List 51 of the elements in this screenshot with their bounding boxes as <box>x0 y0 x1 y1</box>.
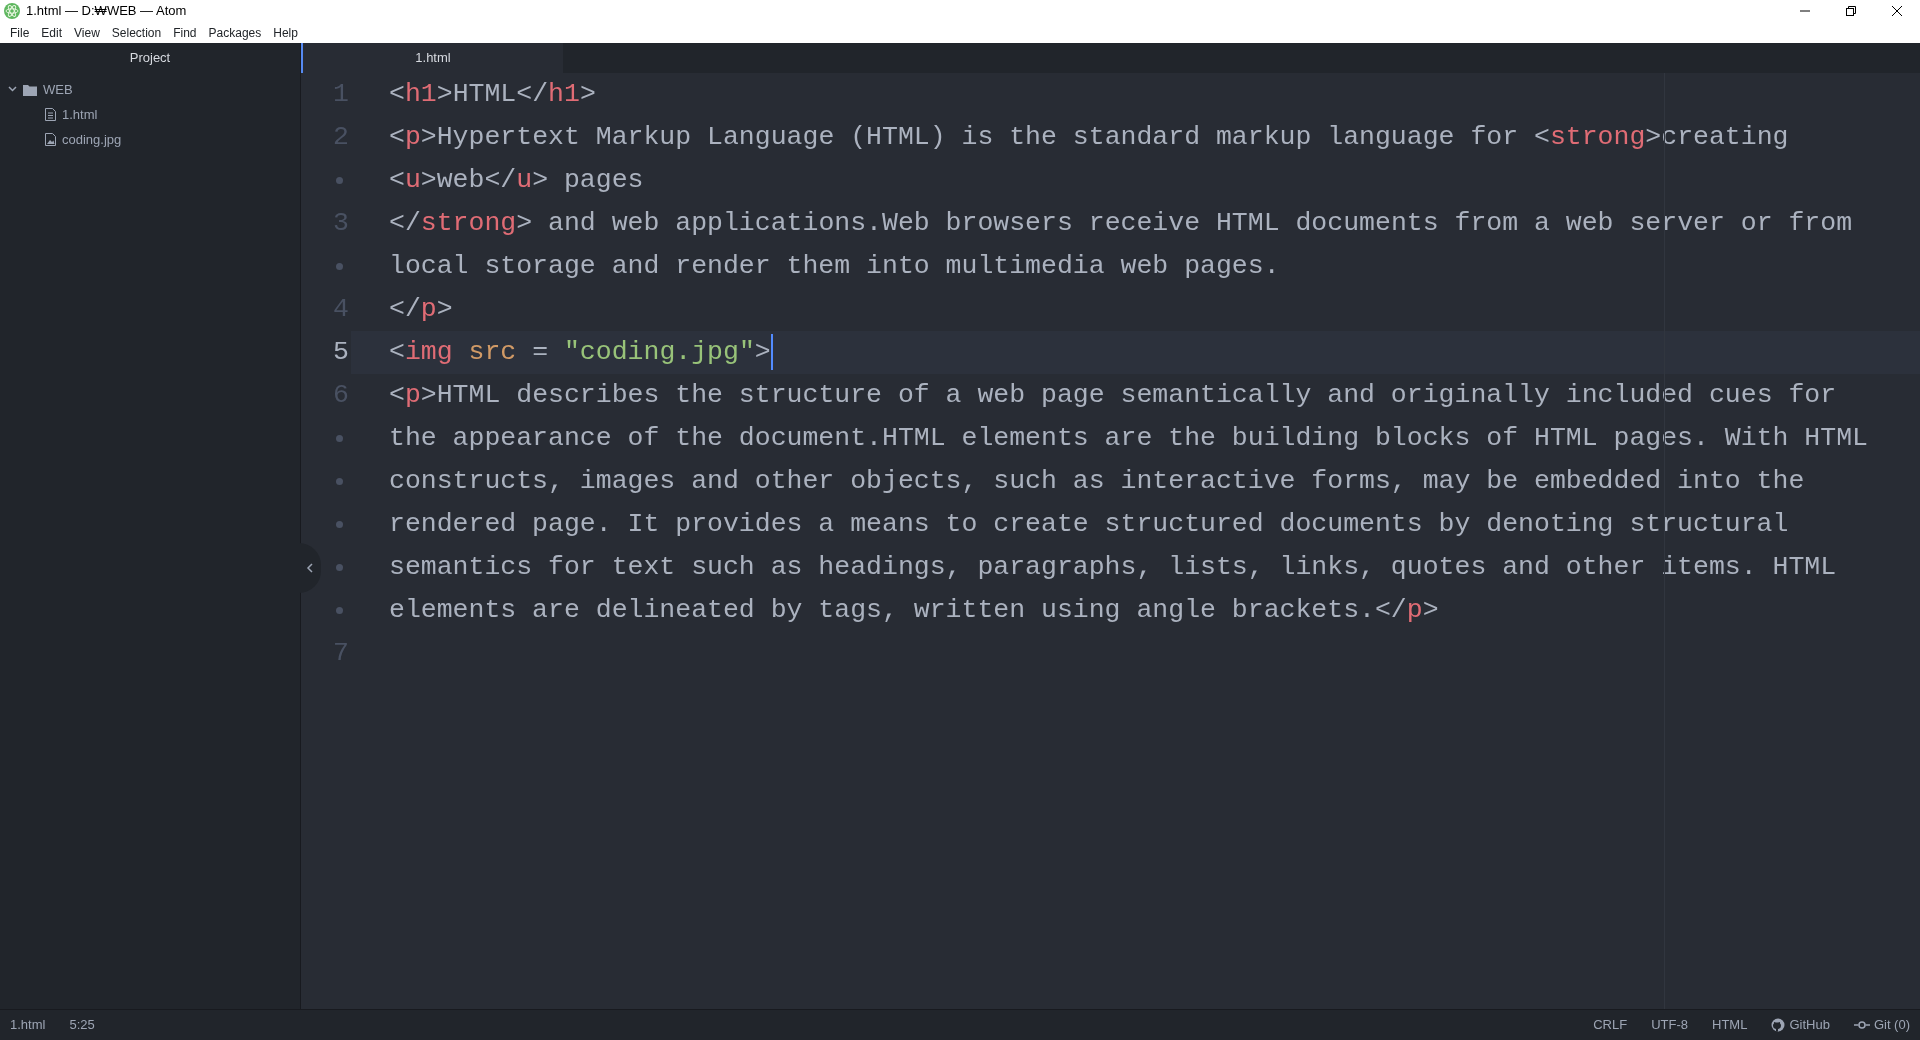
code-line: the appearance of the document.HTML elements are the building blocks of HTML pages. With HTML <box>389 423 1868 453</box>
close-icon[interactable] <box>1891 5 1903 17</box>
encoding[interactable]: UTF-8 <box>1651 1015 1688 1035</box>
wrap-marker-icon <box>336 263 343 270</box>
code-line: <p>HTML describes the structure of a web page semantically and originally included cues for <box>389 380 1837 410</box>
menu-item[interactable]: Find <box>167 23 203 42</box>
file-icon <box>45 108 56 121</box>
folder-name[interactable]: WEB <box>43 79 73 100</box>
grammar[interactable]: HTML <box>1712 1015 1748 1035</box>
code-line: </p> <box>389 294 453 324</box>
folder-icon <box>23 83 37 96</box>
editor-tab[interactable]: 1.html <box>301 43 563 73</box>
code-line: </strong> and web applications.Web browsers receive HTML documents from a web server or from <box>389 208 1853 238</box>
code-line: <h1>HTML</h1> <box>389 79 596 109</box>
text-cursor <box>770 334 773 370</box>
menu-item[interactable]: Edit <box>35 23 69 42</box>
wrap-marker-icon <box>336 478 343 485</box>
menu-item[interactable]: File <box>4 23 36 42</box>
code-line: <u>web</u> pages <box>389 165 644 195</box>
restore-icon[interactable] <box>1845 5 1857 17</box>
menu-item[interactable]: Selection <box>105 23 168 42</box>
git-label[interactable]: Git (0) <box>1873 1015 1910 1035</box>
github-icon[interactable] <box>1771 1018 1786 1032</box>
code-line: elements are delineated by tags, written using angle brackets.</p> <box>389 595 1439 625</box>
wrap-marker-icon <box>336 435 343 442</box>
code-line: semantics for text such as headings, paragraphs, lists, links, quotes and other items. HTML <box>389 552 1837 582</box>
image-file-icon <box>45 133 56 146</box>
wrap-marker-icon <box>336 607 343 614</box>
wrap-marker-icon <box>336 521 343 528</box>
chevron-icon[interactable] <box>8 85 17 94</box>
wrap-marker-icon <box>336 564 343 571</box>
file-name[interactable]: 1.html <box>10 1015 46 1035</box>
file-name[interactable]: coding.jpg <box>62 129 122 150</box>
cursor-position[interactable]: 5:25 <box>69 1015 95 1035</box>
panel-title: Project <box>129 49 171 68</box>
commit-icon[interactable] <box>1853 1020 1870 1030</box>
wrap-marker-icon <box>336 177 343 184</box>
code-line: local storage and render them into multimedia web pages. <box>389 251 1280 281</box>
line-number: 5 <box>333 336 350 369</box>
code-line: <img src = "coding.jpg"> <box>389 337 771 367</box>
code-line: constructs, images and other objects, such as interactive forms, may be embedded into the <box>389 466 1805 496</box>
file-name[interactable]: 1.html <box>62 104 98 125</box>
line-ending[interactable]: CRLF <box>1593 1015 1628 1035</box>
code-line: <p>Hypertext Markup Language (HTML) is the standard markup language for <strong>creating <box>389 122 1789 152</box>
atom-logo-icon <box>4 3 20 19</box>
window-title: 1.html — D:₩WEB — Atom <box>26 2 187 21</box>
menu-item[interactable]: View <box>68 23 106 42</box>
code-line: rendered page. It provides a means to create structured documents by denoting structural <box>389 509 1789 539</box>
menu-item[interactable]: Help <box>267 23 304 42</box>
menu-item[interactable]: Packages <box>202 23 268 42</box>
github-label[interactable]: GitHub <box>1789 1015 1830 1035</box>
